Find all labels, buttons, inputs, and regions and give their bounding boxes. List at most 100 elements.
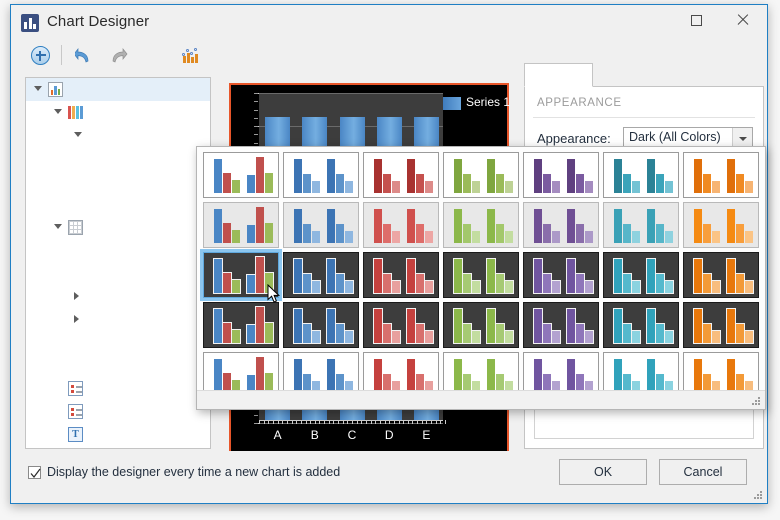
palette-bar xyxy=(415,323,425,344)
palette-swatch[interactable] xyxy=(523,202,599,248)
tree-node-default-legend[interactable] xyxy=(26,377,210,400)
palette-bar xyxy=(656,224,664,243)
palette-bar xyxy=(576,224,584,243)
maximize-button[interactable] xyxy=(674,5,720,35)
palette-swatch[interactable] xyxy=(523,302,599,348)
palette-bar xyxy=(613,308,623,344)
palette-bar xyxy=(406,308,416,344)
tab-data[interactable] xyxy=(691,63,739,87)
palette-swatch[interactable] xyxy=(363,152,439,198)
series-icon xyxy=(68,105,83,120)
palette-swatch[interactable] xyxy=(363,202,439,248)
tree-node-chart[interactable] xyxy=(26,78,210,101)
palette-swatch[interactable] xyxy=(683,202,759,248)
palette-bar xyxy=(311,330,321,344)
tree-node-points[interactable] xyxy=(26,170,210,193)
palette-swatch[interactable] xyxy=(203,152,279,198)
tree-node-annotations-0[interactable] xyxy=(26,446,210,448)
x-minor-tick xyxy=(319,420,321,424)
palette-bar xyxy=(416,224,424,243)
palette-swatch[interactable] xyxy=(203,202,279,248)
tree-node-label[interactable] xyxy=(26,147,210,170)
close-button[interactable] xyxy=(720,5,766,35)
palette-swatch[interactable] xyxy=(443,152,519,198)
palette-bar xyxy=(585,231,593,243)
palette-swatch[interactable] xyxy=(363,252,439,298)
redo-button[interactable] xyxy=(104,43,130,69)
expander-right-icon[interactable] xyxy=(74,292,79,300)
palette-swatch[interactable] xyxy=(683,252,759,298)
palette-bar xyxy=(327,159,335,193)
checkbox-box[interactable] xyxy=(28,466,41,479)
tree-node-axis-y[interactable] xyxy=(26,308,210,331)
x-minor-tick xyxy=(375,420,377,424)
expander-down-icon[interactable] xyxy=(34,86,42,91)
palette-swatch[interactable] xyxy=(443,252,519,298)
tree-node-axis-x[interactable] xyxy=(26,285,210,308)
chevron-down-icon xyxy=(739,137,747,141)
tree-node-series-1[interactable] xyxy=(26,124,210,147)
window-resize-grip[interactable] xyxy=(754,491,763,500)
palette-swatch[interactable] xyxy=(603,152,679,198)
palette-bar xyxy=(302,323,312,344)
palette-swatch[interactable] xyxy=(283,202,359,248)
palette-bar xyxy=(655,323,665,344)
x-minor-tick xyxy=(379,420,381,424)
y-minor-tick xyxy=(254,126,258,127)
palette-bar xyxy=(727,209,735,243)
palette-swatch[interactable] xyxy=(603,202,679,248)
expander-right-icon[interactable] xyxy=(74,315,79,323)
expander-down-icon[interactable] xyxy=(54,109,62,114)
tab-properties[interactable] xyxy=(597,63,687,87)
palette-bar xyxy=(336,224,344,243)
appearance-section-header: APPEARANCE xyxy=(537,97,622,109)
tree-node-secondary-axes-y-0[interactable] xyxy=(26,354,210,377)
cancel-button[interactable]: Cancel xyxy=(659,459,747,485)
ok-button[interactable]: OK xyxy=(559,459,647,485)
expander-down-icon[interactable] xyxy=(74,132,82,137)
palette-swatch[interactable] xyxy=(523,252,599,298)
palette-bar xyxy=(496,224,504,243)
tree-node-series-collection-1[interactable] xyxy=(26,101,210,124)
palette-swatch[interactable] xyxy=(603,252,679,298)
tree-node-additional-legends-0[interactable] xyxy=(26,400,210,423)
palette-swatch[interactable] xyxy=(443,202,519,248)
appearance-palette-gallery[interactable] xyxy=(196,146,766,410)
tree-node-titles-0[interactable]: T xyxy=(26,423,210,446)
palette-bar xyxy=(293,308,303,344)
y-minor-tick xyxy=(254,101,258,103)
expander-down-icon[interactable] xyxy=(54,224,62,229)
x-minor-tick xyxy=(282,420,284,424)
tree-node-default-pane[interactable] xyxy=(26,239,210,262)
x-minor-tick xyxy=(365,420,367,424)
tree-node-xydiagram[interactable] xyxy=(26,216,210,239)
tree-node-indicators-0[interactable] xyxy=(26,193,210,216)
chart-wizard-button[interactable] xyxy=(178,43,204,69)
gallery-resize-grip[interactable] xyxy=(752,397,761,406)
palette-swatch[interactable] xyxy=(603,302,679,348)
x-minor-tick xyxy=(314,420,316,424)
palette-swatch[interactable] xyxy=(523,152,599,198)
palette-bar xyxy=(486,308,496,344)
palette-swatch[interactable] xyxy=(363,302,439,348)
tree-node-additional-panes-0[interactable] xyxy=(26,262,210,285)
palette-bar xyxy=(584,330,594,344)
palette-swatch[interactable] xyxy=(683,152,759,198)
add-button[interactable] xyxy=(28,43,54,69)
palette-swatch[interactable] xyxy=(443,302,519,348)
palette-bar xyxy=(664,330,674,344)
appearance-dropdown-button[interactable] xyxy=(732,128,752,148)
palette-bar xyxy=(246,274,256,294)
palette-bar xyxy=(694,359,702,393)
options-tabs[interactable] xyxy=(524,63,764,87)
palette-bar xyxy=(327,209,335,243)
palette-swatch[interactable] xyxy=(283,302,359,348)
palette-swatch[interactable] xyxy=(283,252,359,298)
tree-node-secondary-axes-x-0[interactable] xyxy=(26,331,210,354)
chart-element-tree[interactable]: T xyxy=(25,77,211,449)
palette-swatch[interactable] xyxy=(283,152,359,198)
palette-swatch[interactable] xyxy=(683,302,759,348)
palette-swatch[interactable] xyxy=(203,302,279,348)
tab-options[interactable] xyxy=(524,63,593,87)
undo-button[interactable] xyxy=(73,43,99,69)
